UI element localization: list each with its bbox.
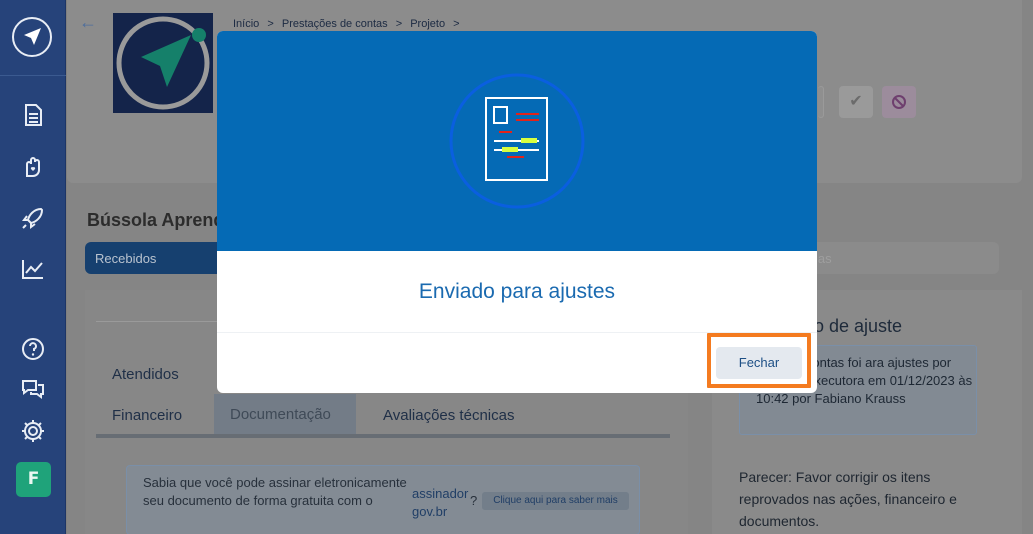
check-icon: ✔: [849, 93, 863, 110]
approve-button[interactable]: ✔: [839, 86, 873, 118]
breadcrumb-item-inicio[interactable]: Início: [233, 18, 259, 30]
gear-icon[interactable]: [20, 418, 46, 444]
modal-title: Enviado para ajustes: [418, 280, 616, 303]
chart-icon[interactable]: [20, 256, 46, 282]
tab-financeiro[interactable]: Financeiro: [112, 407, 182, 424]
avatar[interactable]: F: [16, 462, 51, 497]
chat-icon[interactable]: [20, 376, 46, 402]
breadcrumb-item-prestacoes[interactable]: Prestações de contas: [282, 18, 388, 30]
status-step-label: las: [815, 251, 832, 266]
header-action-button[interactable]: [818, 86, 824, 118]
assinador-link[interactable]: assinador gov.br: [412, 485, 472, 521]
tab-documentacao[interactable]: Documentação: [214, 394, 356, 434]
document-sent-icon: [449, 73, 585, 209]
parecer-text: Parecer: Favor corrigir os itens reprova…: [739, 469, 957, 529]
modal-header: [217, 31, 817, 251]
tab-underline: [96, 434, 670, 438]
highlight-outline: [707, 333, 811, 388]
reject-button[interactable]: [882, 86, 916, 118]
hand-heart-icon[interactable]: [20, 154, 46, 180]
signature-info-box: Sabia que você pode assinar eletronicame…: [126, 465, 640, 534]
status-step-recebidos: Recebidos: [85, 242, 235, 274]
breadcrumb-item-projeto[interactable]: Projeto: [410, 18, 445, 30]
document-icon[interactable]: [20, 102, 46, 128]
sidebar: F: [0, 0, 66, 534]
tab-avaliacoes-tecnicas[interactable]: Avaliações técnicas: [383, 407, 514, 424]
tab-atendidos[interactable]: Atendidos: [112, 366, 179, 383]
sidebar-divider: [0, 75, 66, 76]
ban-icon: [892, 95, 906, 109]
back-arrow-icon[interactable]: ←: [79, 12, 97, 33]
logo-compass-icon[interactable]: [12, 17, 52, 57]
info-text: Sabia que você pode assinar eletronicame…: [143, 475, 407, 508]
adjustment-panel-title: o de ajuste: [814, 316, 903, 336]
organization-logo: [113, 13, 213, 113]
breadcrumb-separator: >: [453, 18, 460, 30]
breadcrumb-separator: >: [395, 18, 403, 30]
rocket-icon[interactable]: [20, 205, 46, 231]
breadcrumb: Início > Prestações de contas > Projeto …: [233, 18, 465, 30]
divider: [96, 321, 236, 322]
info-question-mark: ?: [470, 493, 478, 508]
breadcrumb-separator: >: [267, 18, 274, 30]
help-icon[interactable]: [20, 336, 46, 362]
learn-more-button[interactable]: Clique aqui para saber mais: [482, 492, 629, 510]
project-title: Bússola Aprend: [87, 210, 225, 230]
